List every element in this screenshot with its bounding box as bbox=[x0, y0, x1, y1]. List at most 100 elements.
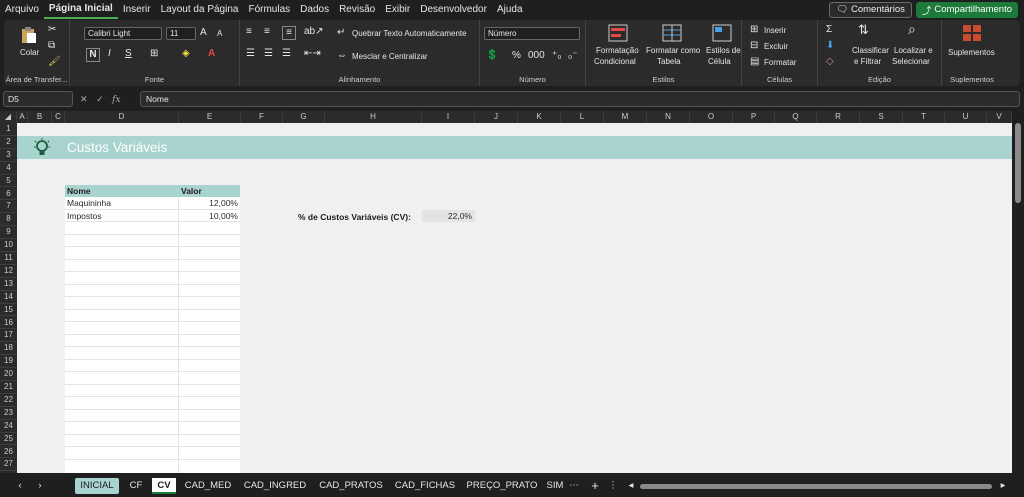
column-header-s[interactable]: S bbox=[860, 111, 903, 123]
menu-desenvolvedor[interactable]: Desenvolvedor bbox=[415, 0, 492, 19]
column-header-v[interactable]: V bbox=[987, 111, 1012, 123]
insert-cells-button[interactable]: Inserir bbox=[764, 26, 786, 35]
row-header[interactable]: 11 bbox=[0, 252, 17, 265]
conditional-format-label-2[interactable]: Condicional bbox=[594, 57, 636, 66]
sort-filter-icon[interactable]: ⇅ bbox=[858, 23, 869, 36]
row-header[interactable]: 6 bbox=[0, 188, 17, 201]
share-button[interactable]: ⤴ Compartilhamento bbox=[915, 1, 1018, 18]
scroll-right-icon[interactable]: ▸ bbox=[998, 478, 1008, 494]
copy-icon[interactable]: ⧉ bbox=[48, 40, 55, 52]
align-left-icon[interactable]: ☰ bbox=[246, 48, 255, 60]
comma-icon[interactable]: 000 bbox=[528, 50, 545, 62]
more-tabs-icon[interactable]: ⋯ bbox=[568, 478, 580, 494]
column-header-h[interactable]: H bbox=[325, 111, 422, 123]
table-row-empty[interactable] bbox=[65, 434, 240, 447]
add-sheet-icon[interactable]: + bbox=[588, 478, 602, 494]
column-header-e[interactable]: E bbox=[179, 111, 241, 123]
row-header[interactable]: 8 bbox=[0, 213, 17, 227]
column-header-f[interactable]: F bbox=[241, 111, 283, 123]
row-header[interactable]: 17 bbox=[0, 329, 17, 343]
table-row-empty[interactable] bbox=[65, 309, 240, 322]
row-header[interactable]: 3 bbox=[0, 149, 17, 162]
row-header[interactable]: 23 bbox=[0, 407, 17, 420]
column-header-q[interactable]: Q bbox=[775, 111, 817, 123]
menu-arquivo[interactable]: Arquivo bbox=[0, 0, 44, 19]
column-header-p[interactable]: P bbox=[733, 111, 775, 123]
column-header-b[interactable]: B bbox=[28, 111, 52, 123]
autosum-icon[interactable]: Σ bbox=[826, 24, 832, 36]
row-header[interactable]: 10 bbox=[0, 239, 17, 252]
row-header[interactable]: 9 bbox=[0, 226, 17, 240]
table-row-empty[interactable] bbox=[65, 247, 240, 260]
align-bottom-icon[interactable]: ≡ bbox=[282, 26, 296, 40]
table-row[interactable]: Maquininha 12,00% bbox=[65, 197, 240, 210]
scroll-left-icon[interactable]: ◂ bbox=[626, 478, 636, 494]
column-header-n[interactable]: N bbox=[647, 111, 690, 123]
decrease-decimal-icon[interactable]: ₀⁻ bbox=[568, 50, 577, 62]
row-header[interactable]: 16 bbox=[0, 317, 17, 330]
percent-icon[interactable]: % bbox=[512, 50, 521, 62]
column-header-c[interactable]: C bbox=[52, 111, 65, 123]
paste-label[interactable]: Colar bbox=[20, 48, 39, 57]
number-format-select[interactable]: Número bbox=[484, 27, 580, 40]
orientation-icon[interactable]: ab↗ bbox=[304, 26, 324, 38]
find-select-icon[interactable]: ⌕ bbox=[908, 22, 916, 36]
insert-cells-icon[interactable]: ⊞ bbox=[750, 24, 758, 36]
header-nome[interactable]: Nome bbox=[67, 185, 91, 197]
header-valor[interactable]: Valor bbox=[181, 185, 202, 197]
merge-center-button[interactable]: Mesclar e Centralizar bbox=[352, 52, 428, 61]
row-header[interactable]: 1 bbox=[0, 123, 17, 136]
cut-icon[interactable]: ✂ bbox=[48, 24, 56, 36]
merge-icon[interactable]: ⇔ bbox=[337, 50, 347, 62]
column-header-i[interactable]: I bbox=[422, 111, 475, 123]
tab-cf[interactable]: CF bbox=[125, 478, 147, 494]
table-row-empty[interactable] bbox=[65, 222, 240, 235]
menu-ajuda[interactable]: Ajuda bbox=[492, 0, 528, 19]
indent-icon[interactable]: ⇤⇥ bbox=[304, 48, 321, 60]
tab-cv[interactable]: CV bbox=[152, 478, 176, 494]
tab-cad-fichas[interactable]: CAD_FICHAS bbox=[392, 478, 458, 494]
font-size-select[interactable]: 11 bbox=[166, 27, 196, 40]
format-as-table-label-1[interactable]: Formatar como bbox=[646, 46, 700, 55]
table-row-empty[interactable] bbox=[65, 259, 240, 272]
cell-styles-icon[interactable] bbox=[712, 24, 732, 42]
menu-layout[interactable]: Layout da Página bbox=[156, 0, 244, 19]
column-header-j[interactable]: J bbox=[475, 111, 518, 123]
conditional-format-label-1[interactable]: Formatação bbox=[596, 46, 639, 55]
row-header[interactable]: 26 bbox=[0, 446, 17, 459]
bold-button[interactable]: N bbox=[86, 48, 100, 62]
tab-inicial[interactable]: INICIAL bbox=[75, 478, 119, 494]
increase-font-icon[interactable]: A bbox=[200, 27, 207, 39]
table-row-empty[interactable] bbox=[65, 322, 240, 335]
tab-cad-pratos[interactable]: CAD_PRATOS bbox=[316, 478, 386, 494]
tab-split-icon[interactable]: ⋮ bbox=[608, 478, 618, 494]
cell-styles-label-2[interactable]: Célula bbox=[708, 57, 731, 66]
next-sheet-icon[interactable]: › bbox=[34, 478, 46, 494]
row-header[interactable]: 27 bbox=[0, 458, 17, 472]
delete-cells-icon[interactable]: ⊟ bbox=[750, 40, 758, 52]
underline-button[interactable]: S bbox=[125, 48, 132, 60]
tab-sim[interactable]: SIM bbox=[546, 478, 564, 494]
column-header-m[interactable]: M bbox=[604, 111, 647, 123]
increase-decimal-icon[interactable]: ⁺₀ bbox=[552, 50, 561, 62]
column-header-r[interactable]: R bbox=[817, 111, 860, 123]
menu-inserir[interactable]: Inserir bbox=[118, 0, 156, 19]
font-color-icon[interactable]: A bbox=[208, 48, 215, 60]
table-row-empty[interactable] bbox=[65, 372, 240, 385]
clear-icon[interactable]: ◇ bbox=[826, 56, 834, 68]
menu-formulas[interactable]: Fórmulas bbox=[243, 0, 295, 19]
table-row-empty[interactable] bbox=[65, 297, 240, 310]
column-header-u[interactable]: U bbox=[945, 111, 987, 123]
column-header-a[interactable]: A bbox=[17, 111, 28, 123]
cv-value[interactable]: 22,0% bbox=[422, 210, 475, 222]
fill-icon[interactable]: ⬇ bbox=[826, 40, 834, 52]
align-right-icon[interactable]: ☰ bbox=[282, 48, 291, 60]
tab-preco-prato[interactable]: PREÇO_PRATO bbox=[466, 478, 538, 494]
row-header[interactable]: 18 bbox=[0, 342, 17, 356]
column-header-g[interactable]: G bbox=[283, 111, 325, 123]
table-row-empty[interactable] bbox=[65, 272, 240, 285]
table-row-empty[interactable] bbox=[65, 409, 240, 422]
row-header[interactable]: 13 bbox=[0, 278, 17, 291]
formula-input[interactable]: Nome bbox=[140, 91, 1020, 107]
fill-color-icon[interactable]: ◈ bbox=[182, 48, 190, 60]
